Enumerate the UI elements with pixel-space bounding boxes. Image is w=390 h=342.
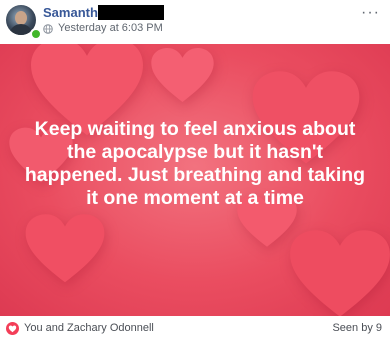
online-status-dot <box>30 28 42 40</box>
post-header: Samantha Yesterday at 6:03 PM ··· <box>0 0 390 44</box>
globe-icon <box>43 24 53 34</box>
author-name[interactable]: Samantha <box>43 5 105 20</box>
more-options-icon[interactable]: ··· <box>361 5 380 21</box>
heart-decoration <box>25 214 105 283</box>
redacted-surname <box>98 5 164 20</box>
reactions-summary[interactable]: You and Zachary Odonnell <box>24 322 154 334</box>
heart-decoration <box>151 48 214 102</box>
love-reaction-icon[interactable] <box>6 322 19 335</box>
post-text: Keep waiting to feel anxious about the a… <box>24 118 366 209</box>
post-background: Keep waiting to feel anxious about the a… <box>0 44 390 316</box>
seen-count[interactable]: Seen by 9 <box>332 322 382 334</box>
heart-icon <box>8 325 17 333</box>
heart-decoration <box>290 230 390 316</box>
avatar-face <box>15 11 27 25</box>
post-timestamp[interactable]: Yesterday at 6:03 PM <box>58 22 163 34</box>
post-footer: You and Zachary Odonnell Seen by 9 <box>0 316 390 342</box>
